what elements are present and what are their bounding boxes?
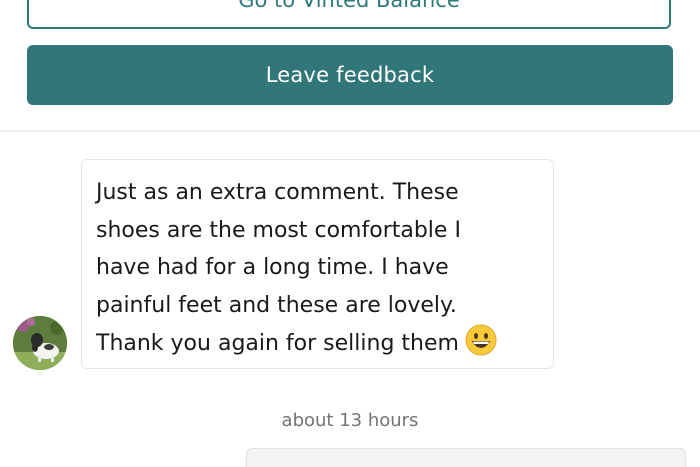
go-to-balance-button[interactable]: Go to Vinted Balance	[27, 0, 671, 29]
message-line: painful feet and these are lovely.	[96, 292, 457, 318]
message-line: shoes are the most comfortable I	[96, 217, 461, 243]
leave-feedback-button[interactable]: Leave feedback	[27, 45, 673, 105]
dog-photo-icon	[13, 316, 67, 370]
go-to-balance-label: Go to Vinted Balance	[238, 0, 460, 12]
next-message-bubble	[246, 448, 686, 467]
message-timestamp: about 13 hours	[281, 410, 419, 431]
message-bubble: Just as an extra comment. These shoes ar…	[81, 159, 554, 369]
message-line-last: Thank you again for selling them	[96, 324, 541, 363]
conversation-screen: Go to Vinted Balance Leave feedback Just…	[0, 0, 700, 467]
message-line: Just as an extra comment. These	[96, 180, 459, 205]
message-line-text: Thank you again for selling them	[96, 331, 459, 356]
leave-feedback-label: Leave feedback	[265, 63, 435, 87]
grinning-face-icon	[465, 324, 497, 356]
sender-avatar[interactable]	[13, 316, 67, 370]
message-line: have had for a long time. I have	[96, 255, 449, 280]
section-divider	[0, 130, 700, 132]
